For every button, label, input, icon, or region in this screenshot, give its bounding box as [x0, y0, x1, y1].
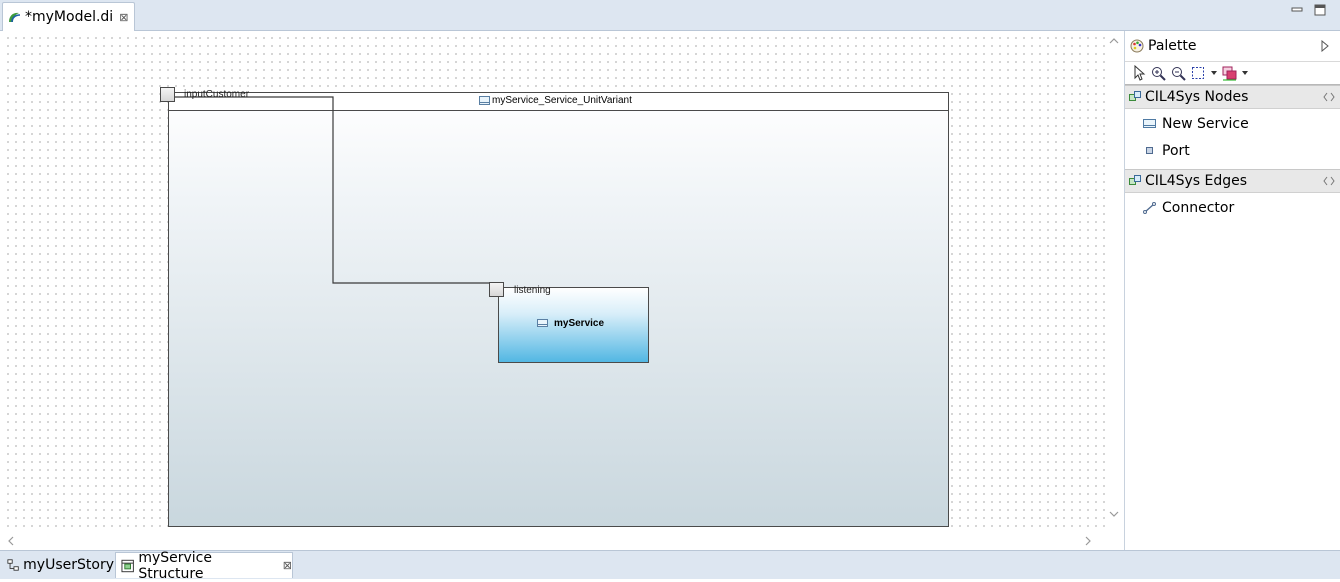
service-node-icon — [479, 95, 490, 105]
tab-mymodel-di[interactable]: *myModel.di ⊠ — [2, 2, 135, 31]
arrange-tool-icon[interactable] — [1221, 65, 1238, 82]
container-title: myService_Service_UnitVariant — [479, 95, 632, 106]
tab-label: myUserStory — [23, 557, 114, 573]
input-customer-port-label: inputCustomer — [184, 89, 250, 100]
palette-item-new-service[interactable]: New Service — [1125, 111, 1340, 137]
vertical-scrollbar[interactable] — [1105, 31, 1122, 533]
port-icon — [1146, 147, 1153, 154]
new-service-icon — [1143, 119, 1156, 128]
myservice-node[interactable]: myService — [498, 287, 649, 363]
close-tab-icon[interactable]: ⊠ — [283, 559, 292, 572]
scroll-down-icon[interactable] — [1109, 511, 1119, 518]
editor-tab-bar: *myModel.di ⊠ — [0, 0, 1340, 31]
palette-item-port[interactable]: Port — [1125, 138, 1340, 164]
scroll-right-icon[interactable] — [1085, 536, 1092, 546]
connector-icon — [1143, 202, 1156, 214]
palette-panel: Palette CIL4Sys Nodes New Service Port C… — [1124, 31, 1340, 550]
horizontal-scrollbar[interactable] — [1, 533, 1105, 550]
tab-myuserstory[interactable]: myUserStory — [2, 552, 114, 578]
drawer-label: CIL4Sys Edges — [1145, 173, 1248, 189]
container-title-label: myService_Service_UnitVariant — [492, 95, 632, 106]
marquee-dropdown-icon[interactable] — [1210, 65, 1218, 82]
palette-item-label: New Service — [1162, 116, 1249, 132]
drawer-label: CIL4Sys Nodes — [1145, 89, 1249, 105]
container-header: myService_Service_UnitVariant — [169, 93, 948, 111]
palette-icon — [1130, 39, 1144, 53]
scroll-left-icon[interactable] — [7, 536, 14, 546]
maximize-icon[interactable] — [1314, 4, 1326, 16]
palette-title: Palette — [1148, 38, 1197, 54]
pin-drawer-icon[interactable] — [1323, 176, 1335, 186]
palette-header: Palette — [1125, 31, 1340, 61]
tab-myservice-structure[interactable]: myService Structure ⊠ — [115, 550, 293, 582]
drawer-icon — [1129, 91, 1141, 101]
palette-item-connector[interactable]: Connector — [1125, 195, 1340, 221]
palette-toolbar — [1125, 61, 1340, 85]
pin-drawer-icon[interactable] — [1323, 92, 1335, 102]
select-tool-icon[interactable] — [1130, 65, 1147, 82]
service-node-icon — [537, 319, 548, 327]
arrange-dropdown-icon[interactable] — [1241, 65, 1249, 82]
tab-label: *myModel.di — [25, 9, 114, 25]
scroll-up-icon[interactable] — [1109, 37, 1119, 44]
tab-label: myService Structure — [138, 549, 212, 582]
papyrus-model-icon — [9, 12, 21, 23]
service-title: myService — [537, 318, 604, 329]
service-title-label: myService — [554, 318, 605, 329]
drawer-cil4sys-nodes[interactable]: CIL4Sys Nodes — [1125, 85, 1340, 109]
listening-port[interactable] — [489, 282, 504, 297]
structure-diagram-icon — [121, 559, 134, 572]
marquee-select-icon[interactable] — [1190, 65, 1207, 82]
palette-item-label: Port — [1162, 143, 1190, 159]
drawer-icon — [1129, 175, 1141, 185]
minimize-icon[interactable] — [1291, 4, 1303, 16]
close-tab-icon[interactable]: ⊠ — [119, 11, 128, 24]
diagram-canvas[interactable]: myService_Service_UnitVariant inputCusto… — [1, 31, 1105, 533]
diagram-tab-bar: myUserStory myService Structure ⊠ — [0, 550, 1340, 582]
listening-port-label: listening — [514, 285, 551, 296]
zoom-out-icon[interactable] — [1170, 65, 1187, 82]
palette-item-label: Connector — [1162, 200, 1235, 216]
input-customer-port[interactable] — [160, 87, 175, 102]
drawer-cil4sys-edges[interactable]: CIL4Sys Edges — [1125, 169, 1340, 193]
collapse-palette-icon[interactable] — [1321, 40, 1329, 52]
user-story-diagram-icon — [7, 559, 19, 571]
zoom-in-icon[interactable] — [1150, 65, 1167, 82]
